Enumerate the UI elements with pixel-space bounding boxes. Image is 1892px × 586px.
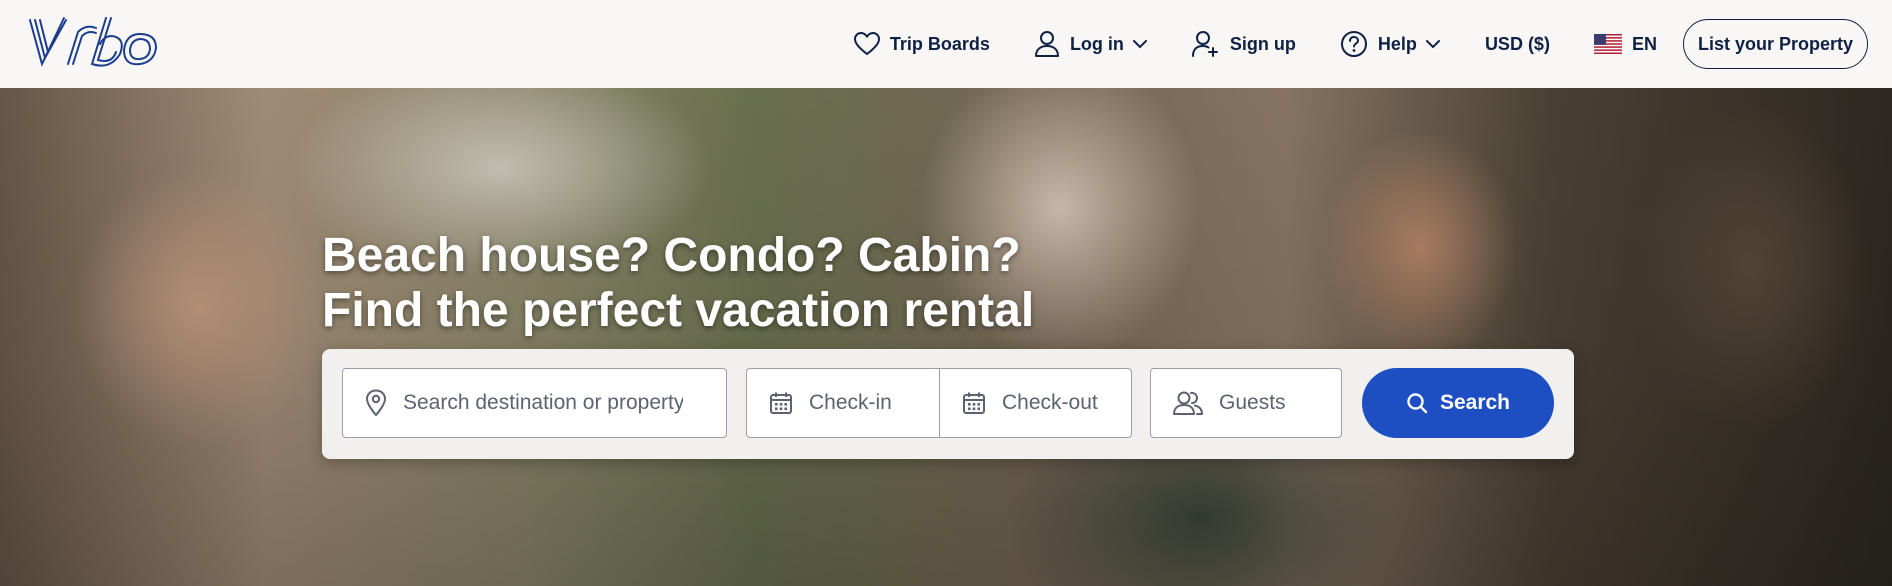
us-flag-icon (1593, 34, 1622, 54)
hero-headline: Beach house? Condo? Cabin? Find the perf… (322, 228, 1034, 338)
log-in-label: Log in (1069, 33, 1124, 54)
map-pin-icon (366, 389, 386, 416)
check-out-label: Check-out (1002, 391, 1098, 414)
calendar-icon (770, 392, 792, 414)
headline-line-1: Beach house? Condo? Cabin? (322, 229, 1021, 282)
heart-icon (853, 32, 880, 56)
help-label: Help (1377, 33, 1417, 54)
check-in-label: Check-in (809, 391, 892, 414)
list-your-property-button[interactable]: List your Property (1682, 19, 1868, 69)
site-header: Trip Boards Log in Sign up Help USD ($) … (0, 0, 1892, 88)
search-panel: Check-in Check-out Guests (322, 349, 1574, 459)
headline-line-2: Find the perfect vacation rental (322, 284, 1035, 337)
currency-label: USD ($) (1484, 33, 1550, 54)
calendar-icon (963, 392, 985, 414)
sign-up-label: Sign up (1229, 33, 1296, 54)
trip-boards-link[interactable]: Trip Boards (853, 32, 990, 56)
language-selector[interactable]: EN (1593, 33, 1657, 55)
language-label: EN (1631, 33, 1657, 54)
search-button[interactable]: Search (1362, 368, 1554, 438)
check-out-field[interactable]: Check-out (939, 368, 1132, 438)
vrbo-logo-mark (29, 17, 158, 67)
search-button-label: Search (1439, 391, 1511, 414)
user-plus-icon (1191, 31, 1218, 57)
top-nav: Trip Boards Log in Sign up Help USD ($) … (853, 0, 1868, 88)
users-icon (1173, 391, 1203, 415)
guests-field[interactable]: Guests (1150, 368, 1342, 438)
chevron-down-icon (1425, 40, 1440, 49)
search-icon (1407, 393, 1428, 414)
vrbo-logo[interactable] (28, 14, 182, 70)
hero-banner: Beach house? Condo? Cabin? Find the perf… (0, 88, 1892, 586)
help-menu[interactable]: Help (1340, 30, 1441, 58)
trip-boards-label: Trip Boards (889, 33, 990, 54)
log-in-menu[interactable]: Log in (1034, 30, 1148, 58)
sign-up-link[interactable]: Sign up (1191, 30, 1296, 58)
currency-selector[interactable]: USD ($) (1485, 34, 1550, 55)
question-circle-icon (1340, 31, 1367, 57)
guests-label: Guests (1219, 391, 1286, 414)
check-in-field[interactable]: Check-in (746, 368, 940, 438)
chevron-down-icon (1132, 40, 1147, 49)
user-icon (1034, 31, 1059, 57)
destination-field[interactable] (342, 368, 727, 438)
destination-input[interactable] (403, 391, 683, 415)
